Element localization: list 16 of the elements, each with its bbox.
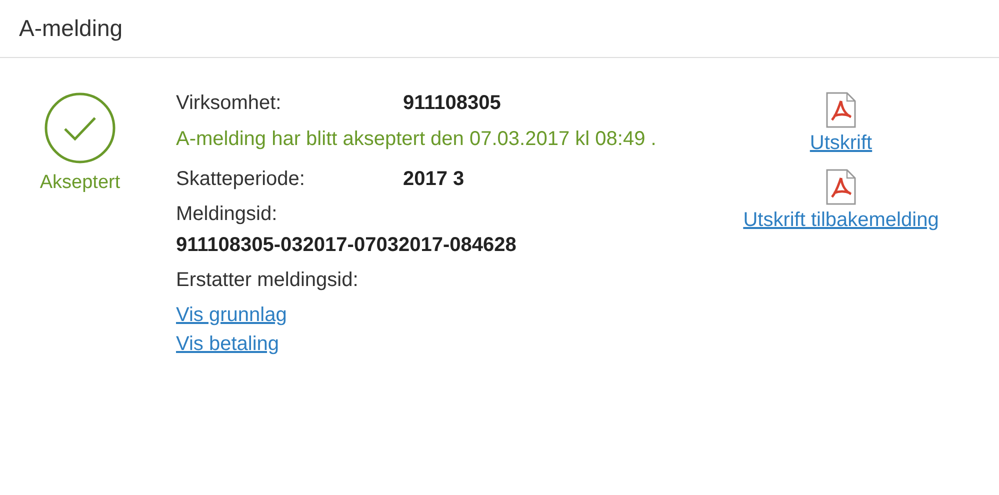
pdf-file-icon[interactable] <box>826 92 856 128</box>
link[interactable]: Vis betaling <box>176 333 280 356</box>
document-link[interactable]: Utskrift <box>810 132 872 155</box>
field-label: Skatteperiode: <box>176 168 306 191</box>
field-value: 911108305-032017-07032017-084628 <box>176 234 518 257</box>
pdf-file-icon[interactable] <box>826 169 856 205</box>
page-title: A-melding <box>19 15 123 42</box>
link[interactable]: Vis grunnlag <box>176 304 287 327</box>
status-label: Akseptert <box>40 172 120 194</box>
field-value: 911108305 <box>403 92 501 115</box>
field-label: Virksomhet: <box>176 92 282 115</box>
field-value: 2017 3 <box>403 168 464 191</box>
field-label: Erstatter meldingsid: <box>176 269 360 292</box>
document-link[interactable]: Utskrift tilbakemelding <box>743 209 939 232</box>
field-label: Meldingsid: <box>176 203 278 226</box>
status-message: A-melding har blitt akseptert den 07.03.2017 kl 08:49 . <box>176 127 658 152</box>
